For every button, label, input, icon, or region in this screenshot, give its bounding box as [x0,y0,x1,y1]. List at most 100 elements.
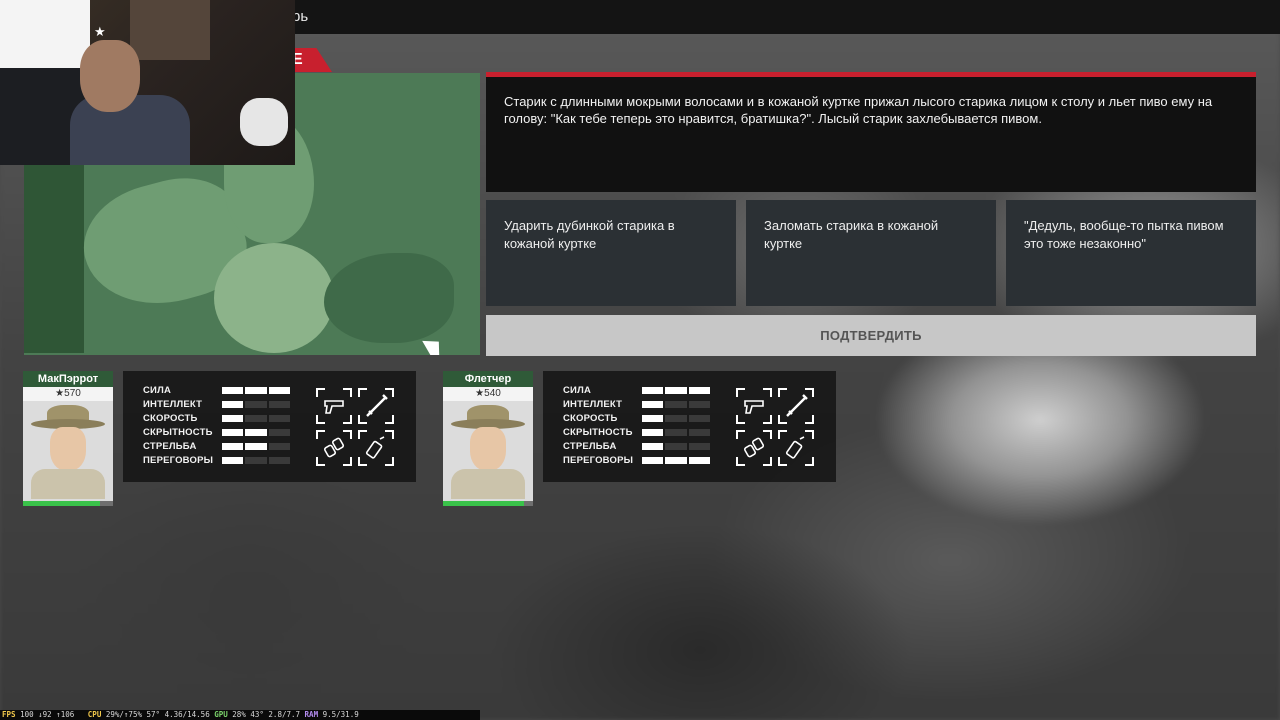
stat-bar [222,415,290,422]
webcam-bag [240,98,288,146]
stat-segment [642,457,664,464]
character-score: ★570 [23,387,113,401]
character-card-1[interactable]: МакПэррот ★570 [23,371,113,506]
stat-row: СИЛА [563,384,713,398]
confirm-button[interactable]: ПОДТВЕРДИТЬ [486,315,1256,356]
stat-label: СКРЫТНОСТЬ [563,427,633,438]
stat-row: ПЕРЕГОВОРЫ [563,454,713,468]
stat-segment [688,443,710,450]
stat-row: СТРЕЛЬБА [563,440,713,454]
character-score: ★540 [443,387,533,401]
stat-segment [222,387,244,394]
character-face [470,427,506,471]
stat-label: СКРЫТНОСТЬ [143,427,213,438]
character-uniform [31,469,105,499]
character-stats-panel-2: СИЛА ИНТЕЛЛЕКТ СКОРОСТЬ СКРЫТНОСТЬ СТРЕЛ… [543,371,836,482]
stat-bar [642,415,710,422]
webcam-person-head [80,40,140,112]
stat-segment [245,387,267,394]
choice-button-3[interactable]: "Дедуль, вообще-то пытка пивом это тоже … [1006,200,1256,306]
pistol-icon[interactable] [735,387,773,425]
spray-icon[interactable] [777,429,815,467]
stat-segment [268,443,290,450]
choice-button-1[interactable]: Ударить дубинкой старика в кожаной куртк… [486,200,736,306]
stat-segment [665,387,687,394]
stat-bar [222,387,290,394]
stat-row: СКРЫТНОСТЬ [563,426,713,440]
handcuffs-icon[interactable] [735,429,773,467]
gpu-label: GPU [214,710,228,719]
baton-icon[interactable] [777,387,815,425]
cpu-temp: 57° [146,710,161,719]
stat-row: ИНТЕЛЛЕКТ [143,398,293,412]
pistol-icon[interactable] [315,387,353,425]
stat-segment [688,457,710,464]
stat-row: СКОРОСТЬ [143,412,293,426]
stat-segment [688,415,710,422]
stat-segment [268,401,290,408]
stat-segment [688,429,710,436]
character-card-2[interactable]: Флетчер ★540 [443,371,533,506]
star-icon: ★ [94,24,106,39]
stat-segment [665,401,687,408]
cpu-label: CPU [87,710,102,719]
stat-segment [688,401,710,408]
performance-overlay: FPS 100 ↓92 ↑106 CPU 29%/↑75% 57° 4.36/1… [0,710,480,720]
stat-segment [245,429,267,436]
stat-bar [642,387,710,394]
spray-icon[interactable] [357,429,395,467]
health-bar-fill [23,501,100,506]
stat-row: СИЛА [143,384,293,398]
fps-label: FPS [2,710,16,719]
stat-bar [222,429,290,436]
scene-shape [214,243,334,353]
stat-segment [688,387,710,394]
character-name: МакПэррот [23,371,113,387]
baton-icon[interactable] [357,387,395,425]
stat-segment [642,429,664,436]
stat-label: СКОРОСТЬ [563,413,618,424]
stat-segment [642,401,664,408]
stat-segment [222,429,244,436]
stat-segment [665,429,687,436]
stat-label: ПЕРЕГОВОРЫ [563,455,634,466]
scene-shape [24,153,84,353]
stat-bar [222,457,290,464]
stat-bar [642,443,710,450]
stat-label: СТРЕЛЬБА [563,441,617,452]
ram-value: 9.5/31.9 [322,710,359,719]
stat-label: СИЛА [563,385,592,396]
health-bar [23,501,113,506]
mouse-cursor-icon [422,333,452,355]
stat-row: ПЕРЕГОВОРЫ [143,454,293,468]
equipment-grid [315,387,395,467]
stat-segment [268,457,290,464]
stat-segment [665,457,687,464]
stat-bar [222,401,290,408]
cpu-clock: 4.36/14.56 [164,710,210,719]
gpu-value: 28% [232,710,246,719]
event-description: Старик с длинными мокрыми волосами и в к… [486,72,1256,192]
stat-segment [268,415,290,422]
handcuffs-icon[interactable] [315,429,353,467]
choice-button-2[interactable]: Заломать старика в кожаной куртке [746,200,996,306]
stat-bar [642,457,710,464]
stat-row: СТРЕЛЬБА [143,440,293,454]
stat-label: СКОРОСТЬ [143,413,198,424]
stat-segment [268,429,290,436]
stat-segment [642,387,664,394]
fps-value: 100 ↓92 ↑106 [20,710,75,719]
character-name: Флетчер [443,371,533,387]
stat-segment [665,415,687,422]
stat-segment [222,457,244,464]
webcam-window [0,0,90,70]
character-face [50,427,86,471]
stat-label: СИЛА [143,385,172,396]
webcam-overlay: ★ [0,0,295,165]
stat-bar [642,429,710,436]
stat-label: СТРЕЛЬБА [143,441,197,452]
stat-segment [642,443,664,450]
stat-row: СКОРОСТЬ [563,412,713,426]
stat-label: ИНТЕЛЛЕКТ [563,399,623,410]
character-uniform [451,469,525,499]
